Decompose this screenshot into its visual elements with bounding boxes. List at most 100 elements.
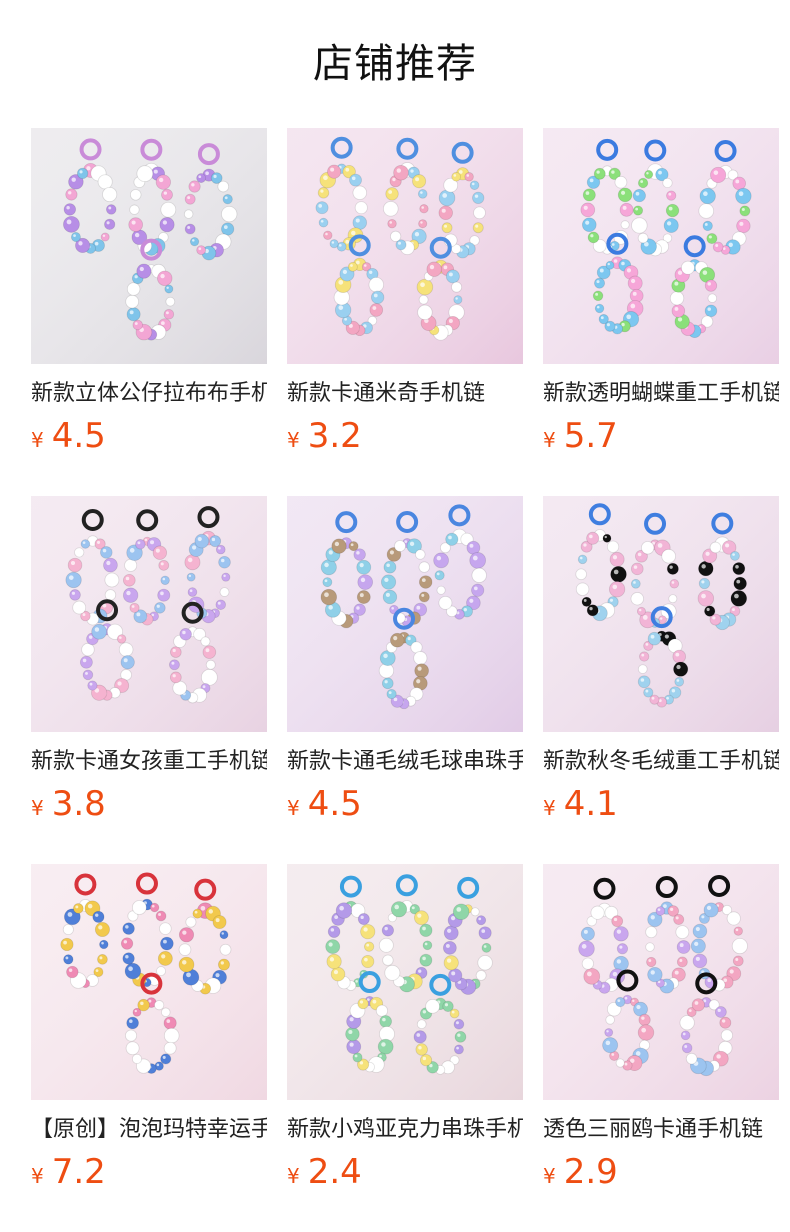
product-name[interactable]: 新款立体公仔拉布布手机链 (31, 378, 267, 410)
product-image[interactable] (31, 128, 267, 364)
product-image[interactable] (287, 128, 523, 364)
product-name[interactable]: 新款小鸡亚克力串珠手机链 (287, 1114, 523, 1146)
bead-highlight (202, 638, 206, 642)
product-image[interactable] (543, 128, 779, 364)
bead-highlight (682, 1032, 686, 1036)
bead-highlight (732, 553, 735, 556)
product-image[interactable] (543, 864, 779, 1100)
bead (422, 940, 433, 951)
product-name[interactable]: 新款卡通毛绒毛球串珠手机链 (287, 746, 523, 778)
bead (641, 541, 655, 555)
bead-highlight (144, 538, 148, 542)
bead-highlight (677, 270, 683, 275)
bead-highlight (712, 544, 716, 548)
bead-highlight (76, 549, 80, 553)
bead-highlight (198, 175, 202, 179)
bead-highlight (641, 653, 645, 657)
bead-highlight (82, 658, 87, 663)
bead (680, 260, 695, 275)
product-image[interactable] (287, 864, 523, 1100)
bead (453, 295, 463, 305)
product-card[interactable]: 【原创】泡泡玛特幸运手机链 ¥ 7.2 (31, 864, 267, 1192)
bead-highlight (415, 177, 420, 182)
bead (418, 561, 430, 573)
bead (433, 552, 449, 569)
bead (605, 260, 615, 270)
bead-highlight (463, 535, 467, 540)
bead-highlight (333, 970, 339, 975)
bead (712, 241, 724, 253)
bead-highlight (641, 1016, 645, 1020)
bead-highlight (723, 1031, 727, 1036)
bead (352, 1052, 363, 1063)
bead (217, 180, 230, 193)
bead (161, 1007, 171, 1017)
bead (698, 577, 711, 590)
bead-highlight (428, 1002, 433, 1007)
bead-highlight (593, 908, 598, 913)
bead (575, 568, 587, 581)
bead-highlight (372, 999, 377, 1004)
bead-highlight (616, 929, 622, 934)
bead-highlight (66, 219, 72, 225)
bead-highlight (349, 1042, 354, 1047)
bead-highlight (709, 295, 713, 299)
bead-highlight (682, 1018, 688, 1023)
bead-highlight (67, 912, 73, 917)
bead (419, 204, 429, 214)
bead (587, 231, 600, 244)
product-card[interactable]: 新款透明蝴蝶重工手机链 ¥ 5.7 (543, 128, 779, 456)
bead (679, 1015, 695, 1031)
bead-highlight (596, 280, 600, 284)
bead (615, 996, 626, 1008)
bead-highlight (736, 579, 741, 584)
bead (188, 180, 201, 193)
product-name[interactable]: 新款秋冬毛绒重工手机链 (543, 746, 779, 778)
bead-highlight (172, 648, 176, 653)
bead (632, 205, 644, 216)
product-name[interactable]: 【原创】泡泡玛特幸运手机链 (31, 1114, 267, 1146)
bead (414, 663, 429, 679)
bead (97, 174, 113, 190)
bead-highlight (421, 563, 425, 568)
product-image[interactable] (31, 496, 267, 732)
bead (205, 659, 216, 670)
bead (361, 954, 375, 969)
bead-highlight (613, 259, 618, 263)
bead-highlight (637, 552, 642, 557)
bead-highlight (220, 961, 224, 965)
product-price: ¥ 4.5 (31, 416, 267, 456)
bead-highlight (221, 932, 224, 935)
bead (135, 539, 146, 550)
bead-highlight (372, 306, 377, 310)
bead-highlight (707, 282, 711, 286)
product-card[interactable]: 新款小鸡亚克力串珠手机链 ¥ 2.4 (287, 864, 523, 1192)
bead-highlight (674, 970, 679, 975)
currency-symbol: ¥ (31, 1164, 44, 1188)
product-card[interactable]: 新款秋冬毛绒重工手机链 ¥ 4.1 (543, 496, 779, 824)
bead (665, 203, 680, 218)
bead-highlight (167, 1031, 172, 1036)
product-name[interactable]: 新款透明蝴蝶重工手机链 (543, 378, 779, 410)
product-image[interactable] (543, 496, 779, 732)
product-card[interactable]: 新款卡通米奇手机链 ¥ 3.2 (287, 128, 523, 456)
product-card[interactable]: 新款卡通毛绒毛球串珠手机链 ¥ 4.5 (287, 496, 523, 824)
product-image[interactable] (287, 496, 523, 732)
product-name[interactable]: 新款卡通米奇手机链 (287, 378, 523, 410)
bead-highlight (471, 182, 475, 186)
bead (320, 588, 338, 606)
bead-highlight (330, 928, 335, 932)
bead-highlight (329, 957, 335, 962)
product-name[interactable]: 新款卡通女孩重工手机链 (31, 746, 267, 778)
bead-highlight (384, 957, 388, 961)
product-image[interactable] (31, 864, 267, 1100)
bead (454, 1030, 467, 1043)
bead (221, 205, 238, 223)
bead-highlight (722, 1019, 726, 1023)
bead-highlight (650, 915, 655, 920)
product-card[interactable]: 新款立体公仔拉布布手机链 ¥ 4.5 (31, 128, 267, 456)
product-card[interactable]: 新款卡通女孩重工手机链 ¥ 3.8 (31, 496, 267, 824)
product-name[interactable]: 透色三丽鸥卡通手机链 (543, 1114, 779, 1146)
product-card[interactable]: 透色三丽鸥卡通手机链 ¥ 2.9 (543, 864, 779, 1192)
bead (647, 966, 663, 983)
